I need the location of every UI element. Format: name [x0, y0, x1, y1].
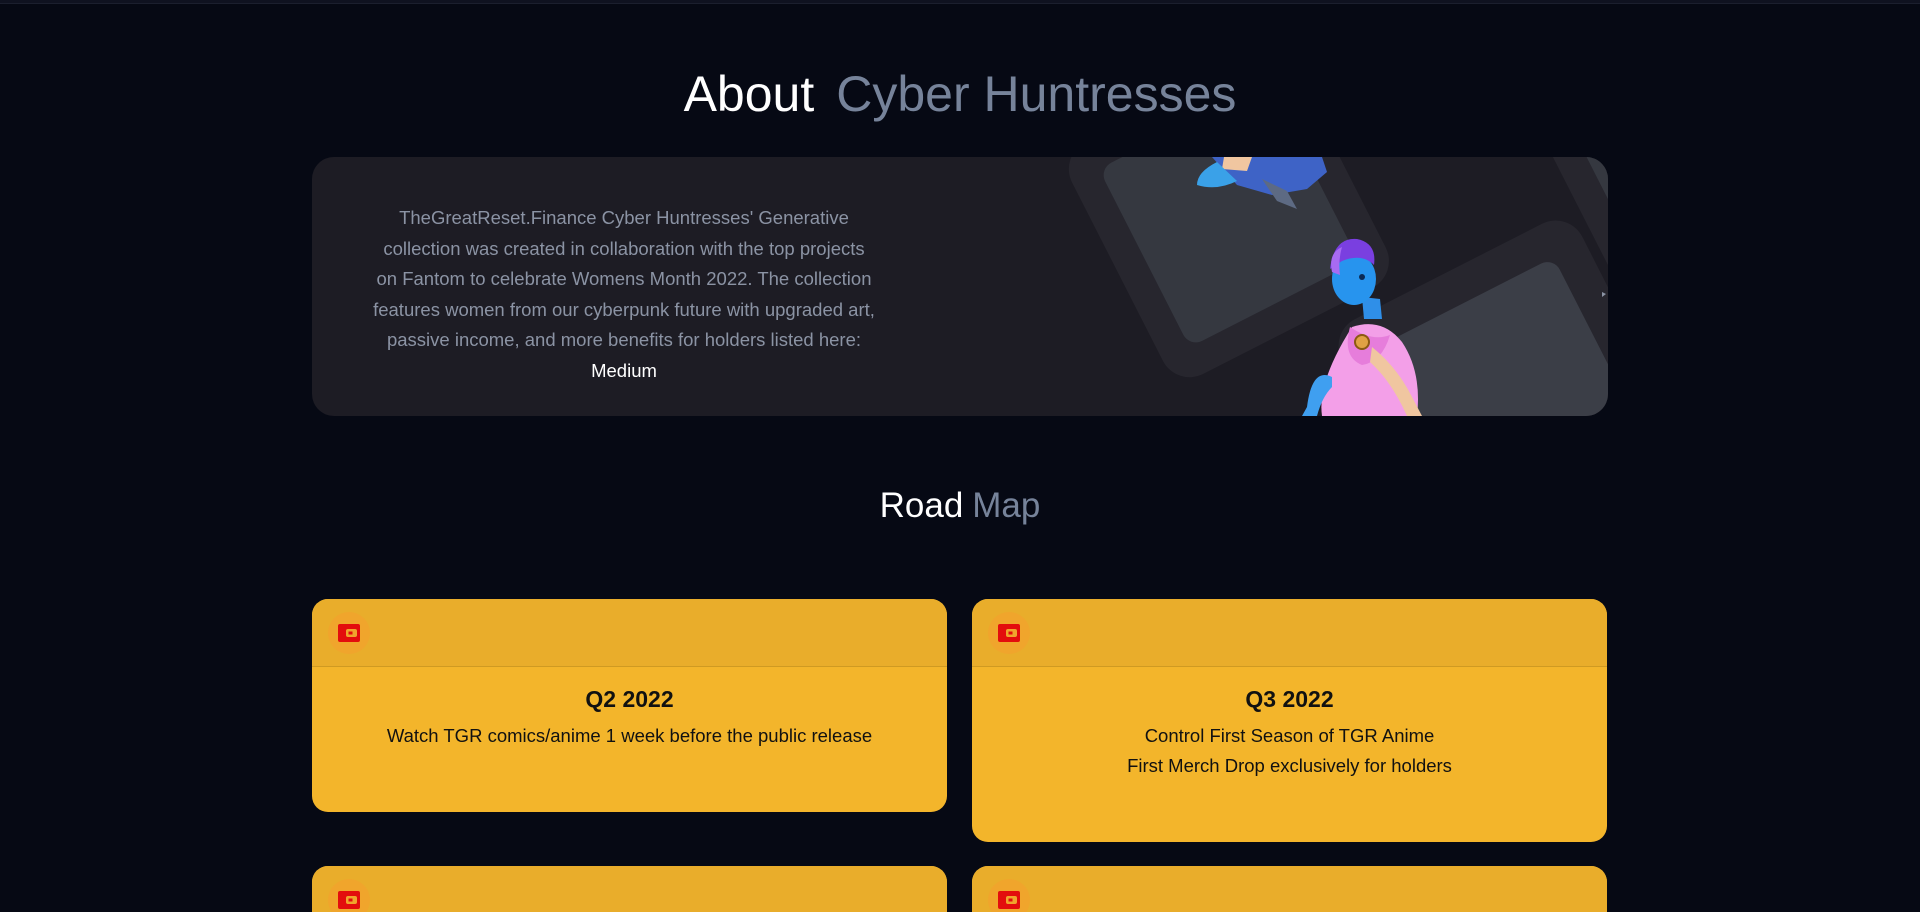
- about-card: TheGreatReset.Finance Cyber Huntresses' …: [312, 157, 1608, 416]
- roadmap-milestone: Control First Season of TGR Anime: [1144, 725, 1435, 746]
- roadmap-card-header: [312, 599, 947, 667]
- about-paragraph: TheGreatReset.Finance Cyber Huntresses' …: [373, 207, 875, 350]
- about-heading-main: About: [683, 66, 815, 122]
- roadmap-heading: Road Map: [0, 482, 1920, 530]
- about-heading-accent: Cyber Huntresses: [836, 66, 1237, 122]
- roadmap-quarter: Q3 2022: [1245, 686, 1334, 712]
- top-edge-strip: [0, 0, 1920, 4]
- roadmap-quarter: Q2 2022: [585, 686, 674, 712]
- wallet-icon: [988, 612, 1030, 654]
- roadmap-card-body: Q3 2022 Control First Season of TGR Anim…: [972, 685, 1607, 781]
- wallet-icon: [988, 879, 1030, 912]
- roadmap-milestone: Watch TGR comics/anime 1 week before the…: [386, 725, 873, 746]
- roadmap-card-q2: Q2 2022 Watch TGR comics/anime 1 week be…: [312, 599, 947, 812]
- roadmap-card-next-right: [972, 866, 1607, 912]
- about-heading: About Cyber Huntresses: [0, 64, 1920, 124]
- roadmap-heading-accent: Map: [972, 486, 1041, 525]
- roadmap-milestones: Watch TGR comics/anime 1 week before the…: [312, 721, 947, 751]
- wallet-icon: [328, 612, 370, 654]
- roadmap-card-next-left: [312, 866, 947, 912]
- roadmap-card-header: [972, 866, 1607, 912]
- about-description: TheGreatReset.Finance Cyber Huntresses' …: [372, 203, 876, 386]
- roadmap-card-q3: Q3 2022 Control First Season of TGR Anim…: [972, 599, 1607, 842]
- roadmap-milestone: First Merch Drop exclusively for holders: [1127, 755, 1452, 776]
- roadmap-card-body: Q2 2022 Watch TGR comics/anime 1 week be…: [312, 685, 947, 751]
- medium-link[interactable]: Medium: [591, 360, 657, 381]
- wallet-icon: [328, 879, 370, 912]
- roadmap-card-header: [312, 866, 947, 912]
- roadmap-milestones: Control First Season of TGR Anime First …: [972, 721, 1607, 781]
- roadmap-card-header: [972, 599, 1607, 667]
- roadmap-heading-main: Road: [879, 486, 964, 525]
